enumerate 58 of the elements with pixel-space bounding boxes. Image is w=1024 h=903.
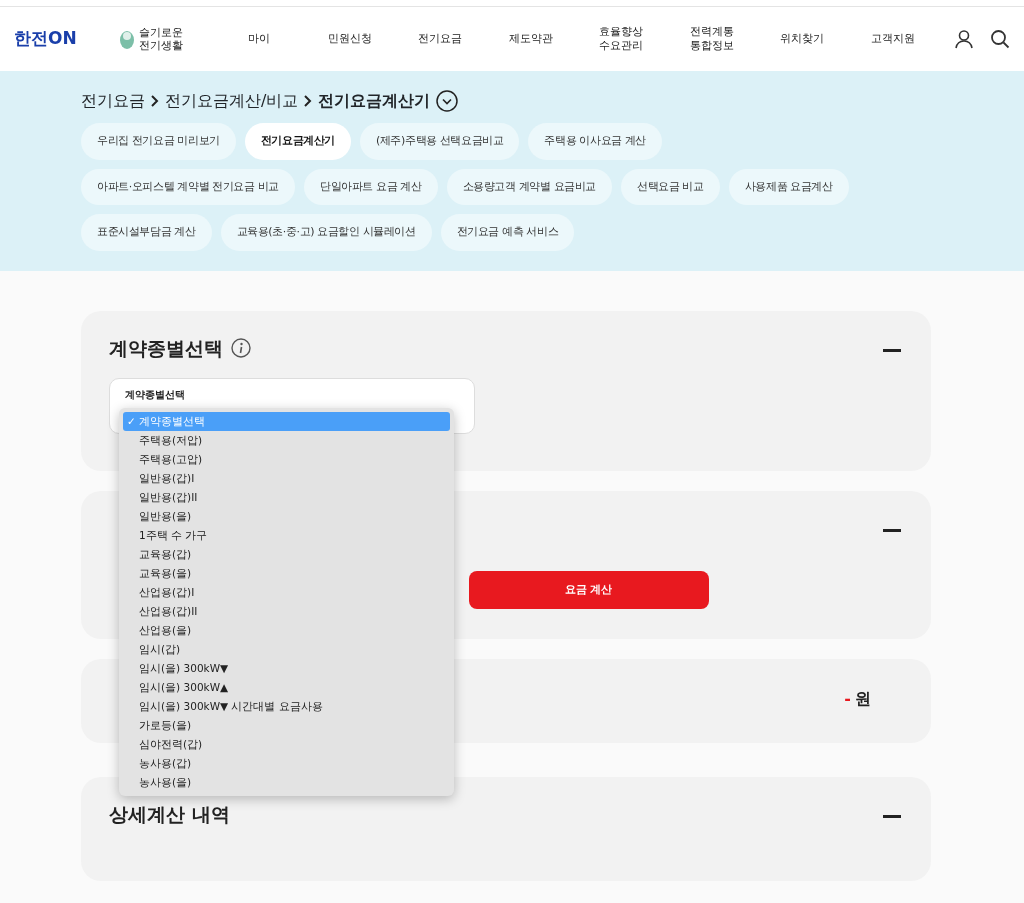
menu-tab[interactable]: 우리집 전기요금 미리보기 (81, 123, 236, 160)
dropdown-option[interactable]: 가로등(을) (123, 716, 450, 735)
check-mark: ✓ (127, 414, 137, 429)
section-title: 상세계산 내역 (109, 803, 230, 826)
nav-menu-item[interactable]: 위치찾기 (757, 31, 848, 47)
dropdown-option[interactable]: 산업용(을) (123, 621, 450, 640)
menu-tab[interactable]: 소용량고객 계약별 요금비교 (446, 168, 612, 205)
menu-tab[interactable]: 전기요금계산기 (244, 123, 351, 160)
amount-value: - (844, 688, 851, 710)
nav-menu-item[interactable]: 마이 (214, 31, 305, 47)
dropdown-option[interactable]: 임시(을) 300kW▲ (123, 678, 450, 697)
dropdown-option[interactable]: 일반용(갑)II (123, 488, 450, 507)
calculate-button[interactable]: 요금 계산 (468, 571, 709, 609)
dropdown-option[interactable]: 임시(을) 300kW▼ (123, 659, 450, 678)
nav-menu-item[interactable]: 전기요금 (395, 31, 486, 47)
chevron-down-icon[interactable] (436, 90, 459, 112)
menu-tab[interactable]: (제주)주택용 선택요금비교 (360, 123, 520, 160)
menu-tab[interactable]: 주택용 이사요금 계산 (528, 123, 663, 160)
logo[interactable]: 한전ON (14, 26, 119, 52)
breadcrumb-link[interactable]: 전기요금 (81, 89, 145, 113)
nav-menu-item[interactable]: 전력계통 통합정보 (666, 24, 757, 54)
menu-tab[interactable]: 교육용(초·중·고) 요금할인 시뮬레이션 (220, 214, 432, 251)
dropdown-option[interactable]: 1주택 수 가구 (123, 526, 450, 545)
promo-link[interactable]: 슬기로운 전기생활 (139, 25, 183, 53)
dropdown-option[interactable]: 임시(을) 300kW▼ 시간대별 요금사용 (123, 697, 450, 716)
dropdown-option[interactable]: 농사용(갑) (123, 754, 450, 773)
menu-tab[interactable]: 표준시설부담금 계산 (81, 214, 212, 251)
breadcrumb-link[interactable]: 전기요금계산/비교 (165, 89, 299, 113)
dropdown-option[interactable]: 교육용(을) (123, 564, 450, 583)
menu-tab[interactable]: 선택요금 비교 (621, 168, 720, 205)
search-icon[interactable] (990, 29, 1010, 49)
nav-menu-item[interactable]: 제도약관 (485, 31, 576, 47)
breadcrumb-link[interactable]: 전기요금계산기 (318, 89, 431, 113)
user-icon[interactable] (954, 29, 974, 49)
menu-tab[interactable]: 전기요금 예측 서비스 (440, 214, 575, 251)
dropdown-option[interactable]: 교육용(갑) (123, 545, 450, 564)
nav-menu-item[interactable]: 효율향상 수요관리 (576, 24, 667, 54)
dropdown-option[interactable]: 일반용(갑)I (123, 469, 450, 488)
nav-menu-item[interactable]: 고객지원 (847, 31, 938, 47)
info-icon[interactable] (231, 338, 251, 359)
dropdown-option[interactable]: 일반용(을) (123, 507, 450, 526)
dropdown-option[interactable]: 산업용(갑)II (123, 602, 450, 621)
dropdown-option[interactable]: 임시(갑) (123, 640, 450, 659)
dropdown-option[interactable]: 농사용(을) (123, 773, 450, 792)
menu-tab[interactable]: 단일아파트 요금 계산 (304, 168, 438, 205)
chevron-right-icon (151, 95, 159, 107)
chevron-right-icon (304, 95, 313, 107)
menu-tab[interactable]: 아파트·오피스텔 계약별 전기요금 비교 (81, 168, 295, 205)
mascot-icon (119, 28, 135, 50)
unit-label: 원 (855, 688, 871, 710)
nav-menu-item[interactable]: 민원신청 (304, 31, 395, 47)
menu-tab[interactable]: 사용제품 요금계산 (728, 168, 849, 205)
field-label: 계약종별선택 (125, 388, 185, 400)
dropdown-option[interactable]: 주택용(고압) (123, 450, 450, 469)
dropdown-option[interactable]: 주택용(저압) (123, 431, 450, 450)
dropdown-option[interactable]: 심야전력(갑) (123, 735, 450, 754)
dropdown-option[interactable]: 산업용(갑)I (123, 583, 450, 602)
section-title: 계약종별선택 (109, 337, 223, 360)
